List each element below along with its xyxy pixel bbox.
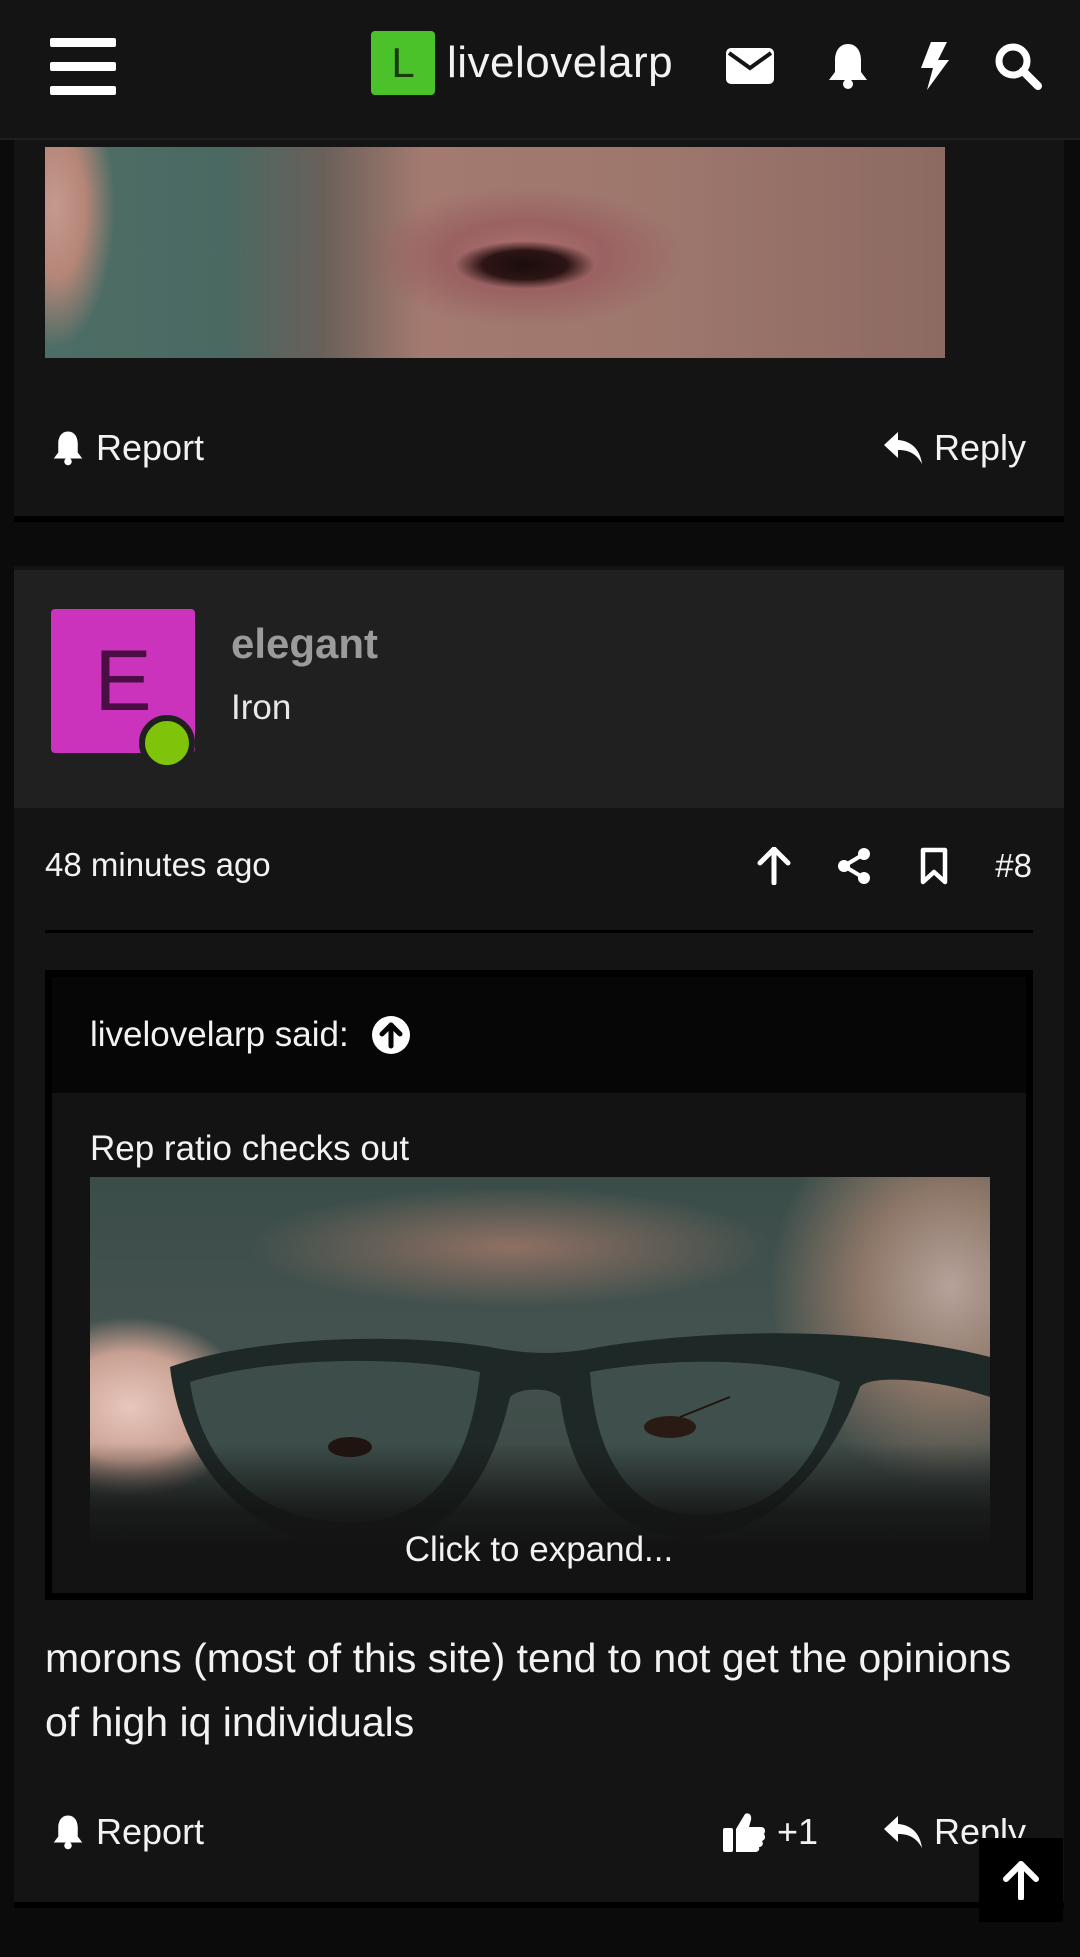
post-number[interactable]: #8 [995, 847, 1032, 885]
report-button[interactable]: Report [52, 423, 204, 473]
arrow-up-icon[interactable] [749, 836, 799, 896]
bell-icon [53, 431, 83, 466]
bell-icon[interactable] [818, 36, 878, 96]
quote-author-label: livelovelarp said: [90, 1015, 349, 1054]
post-actions: Report Reply [14, 423, 1064, 473]
post: E elegant Iron 48 minutes ago #8 livelov… [14, 566, 1064, 1906]
envelope-icon[interactable] [720, 36, 780, 96]
bookmark-icon[interactable] [909, 836, 959, 896]
share-icon[interactable] [829, 836, 879, 896]
site-name: livelovelarp [447, 38, 674, 87]
reply-label: Reply [933, 427, 1026, 468]
reply-icon [883, 1816, 922, 1848]
divider [45, 930, 1033, 933]
menu-icon[interactable] [50, 38, 116, 96]
top-nav: L livelovelarp [0, 0, 1080, 140]
like-count: +1 [776, 1811, 818, 1852]
like-button[interactable]: +1 [722, 1802, 818, 1862]
search-icon[interactable] [988, 36, 1048, 96]
post-border [14, 1902, 1064, 1908]
post-actions: Report +1 Reply [14, 1802, 1064, 1862]
online-status-icon [139, 715, 195, 771]
quote-block: livelovelarp said: Rep ratio checks out [45, 970, 1033, 1600]
header-pointer [82, 774, 154, 808]
user-title: Iron [231, 688, 292, 727]
quote-content: Rep ratio checks out Click to expand... [52, 1093, 1026, 1593]
report-label: Report [96, 1811, 205, 1852]
reply-icon [883, 432, 922, 464]
quote-header: livelovelarp said: [52, 977, 1026, 1093]
user-header: E elegant Iron [14, 570, 1064, 808]
quote-author-link[interactable]: livelovelarp said: [90, 1015, 411, 1055]
site-logo[interactable]: L livelovelarp [371, 31, 673, 95]
report-label: Report [96, 427, 205, 468]
bell-icon [53, 1815, 83, 1850]
report-button[interactable]: Report [52, 1802, 204, 1862]
thumbs-up-icon [722, 1813, 765, 1852]
arrow-circle-up-icon [371, 1016, 410, 1054]
bolt-icon[interactable] [904, 36, 964, 96]
post-time[interactable]: 48 minutes ago [45, 846, 271, 884]
quote-text: Rep ratio checks out [90, 1129, 410, 1168]
previous-post: Report Reply [14, 140, 1064, 522]
reply-button[interactable]: Reply [883, 423, 1026, 473]
expand-fade [52, 1443, 1026, 1593]
arrow-up-icon [1003, 1861, 1039, 1900]
post-meta: 48 minutes ago #8 [14, 836, 1064, 896]
post-image[interactable] [45, 147, 945, 358]
post-message: morons (most of this site) tend to not g… [45, 1635, 1012, 1745]
username[interactable]: elegant [231, 620, 378, 668]
scroll-to-top-button[interactable] [979, 1838, 1063, 1922]
expand-quote-button[interactable]: Click to expand... [52, 1530, 1026, 1570]
logo-badge: L [371, 31, 435, 95]
